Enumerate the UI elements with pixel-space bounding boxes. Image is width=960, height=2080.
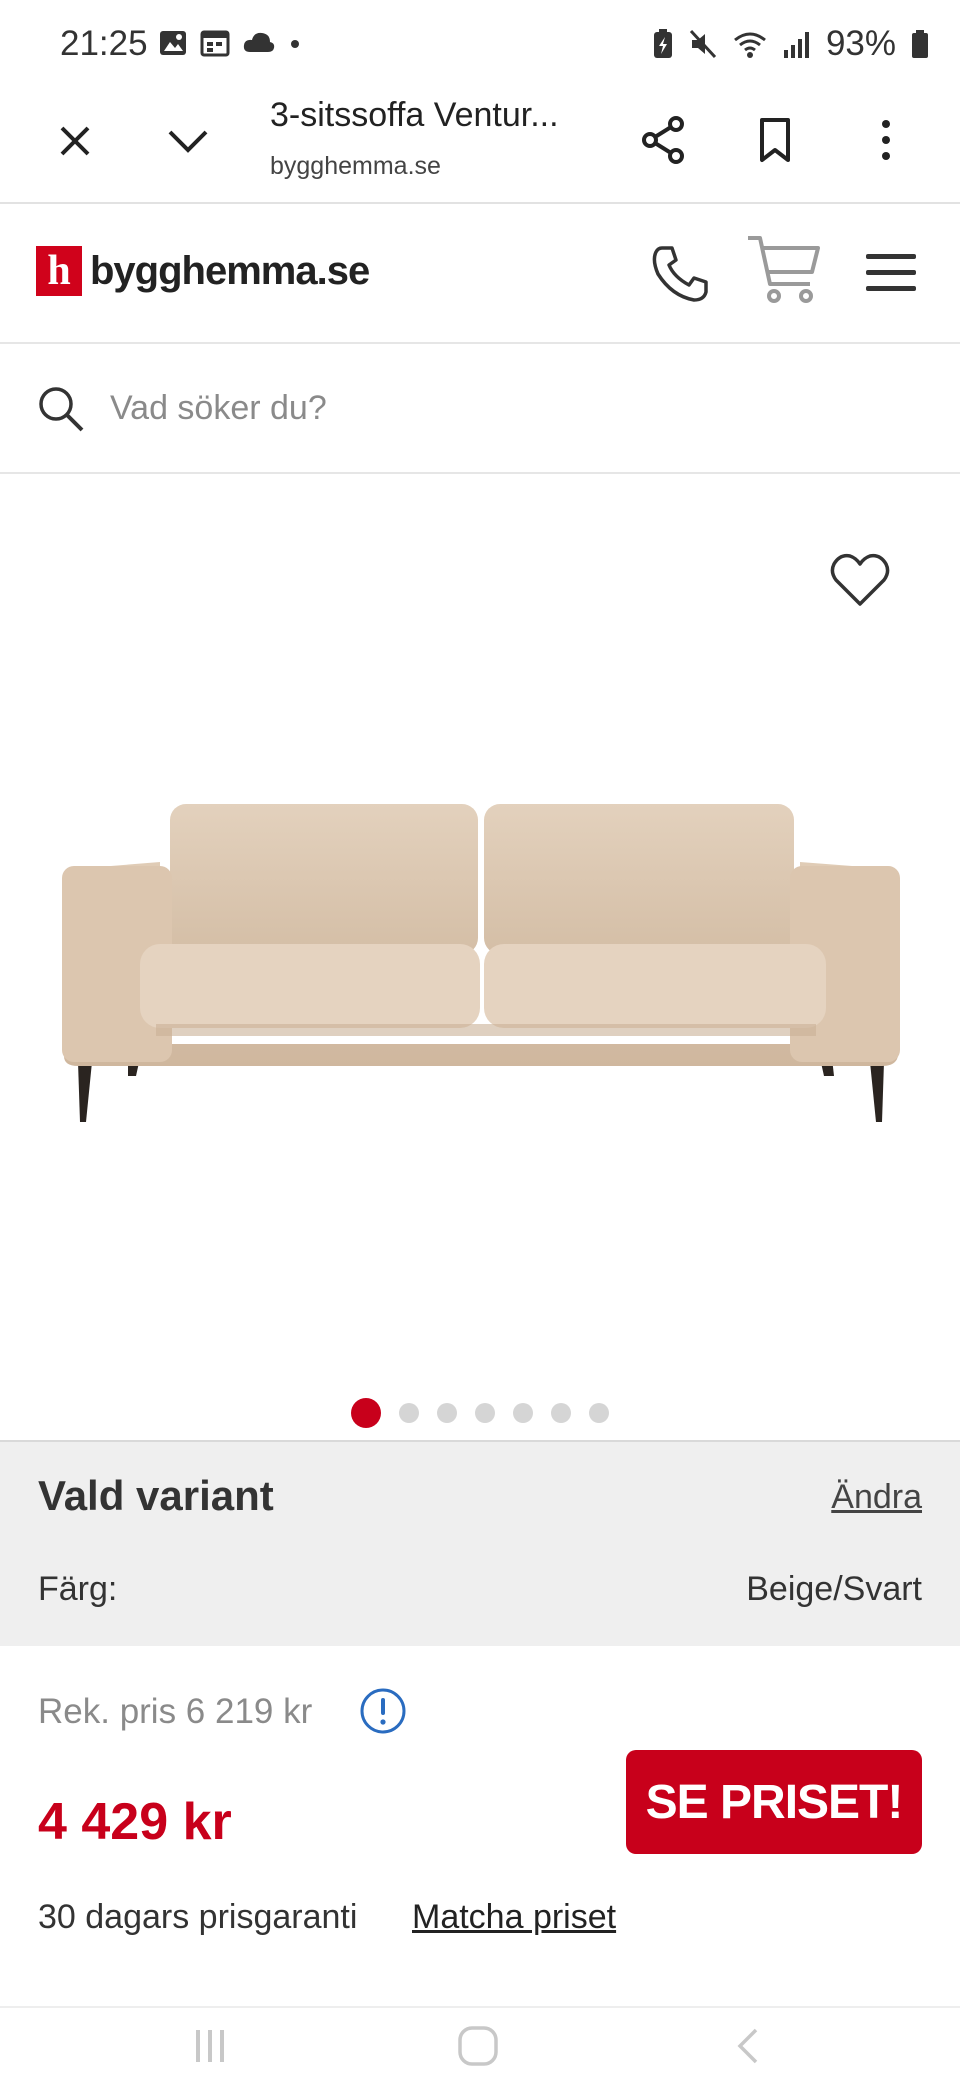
selected-variant-panel: Vald variant Ändra Färg: Beige/Svart (0, 1440, 960, 1646)
gallery-pagination[interactable] (0, 1398, 960, 1428)
info-icon[interactable] (358, 1686, 408, 1736)
product-gallery[interactable] (0, 474, 960, 1440)
color-value: Beige/Svart (746, 1570, 922, 1608)
browser-domain[interactable]: bygghemma.se (270, 152, 441, 181)
color-label: Färg: (38, 1570, 118, 1608)
logo-badge: h (36, 246, 82, 296)
site-logo[interactable]: h bygghemma.se (36, 246, 370, 296)
status-notification-icons (158, 28, 302, 58)
site-header: h bygghemma.se (0, 206, 960, 344)
search-icon[interactable] (36, 384, 86, 434)
gallery-dot[interactable] (437, 1403, 457, 1423)
browser-page-title[interactable]: 3-sitssoffa Ventur... (270, 96, 559, 135)
battery-icon (912, 30, 928, 58)
price-guarantee-text: 30 dagars prisgaranti (38, 1898, 358, 1936)
status-system-icons: 93% (652, 24, 930, 64)
chevron-down-icon[interactable] (160, 116, 216, 166)
cart-icon[interactable] (744, 230, 824, 310)
hamburger-menu-icon[interactable] (866, 250, 916, 296)
gallery-dot[interactable] (551, 1403, 571, 1423)
calendar-icon (200, 30, 230, 57)
gallery-dot[interactable] (475, 1403, 495, 1423)
match-price-link[interactable]: Matcha priset (412, 1898, 616, 1937)
gallery-dot[interactable] (513, 1403, 533, 1423)
gallery-dot[interactable] (399, 1403, 419, 1423)
signal-icon (783, 32, 809, 58)
product-image-sofa[interactable] (56, 804, 906, 1144)
variant-title: Vald variant (38, 1472, 274, 1519)
share-icon[interactable] (636, 112, 692, 168)
search-bar (0, 344, 960, 474)
logo-text: bygghemma.se (90, 248, 370, 293)
change-variant-link[interactable]: Ändra (831, 1478, 922, 1517)
current-price: 4 429 kr (38, 1793, 232, 1851)
home-icon[interactable] (456, 2024, 500, 2068)
back-icon[interactable] (728, 2024, 768, 2068)
mute-icon (689, 29, 717, 59)
more-options-icon[interactable] (868, 112, 904, 168)
gallery-dot[interactable] (589, 1403, 609, 1423)
favorite-heart-icon[interactable] (828, 550, 892, 610)
see-price-button[interactable]: SE PRISET! (626, 1750, 922, 1854)
status-bar: 21:25 93% (0, 0, 960, 92)
recent-apps-icon[interactable] (190, 2024, 230, 2068)
wifi-icon (734, 32, 766, 58)
cloud-icon (243, 32, 275, 52)
status-time: 21:25 (60, 24, 148, 63)
android-nav-bar (0, 2006, 960, 2080)
image-icon (160, 31, 186, 55)
recommended-price: Rek. pris 6 219 kr (38, 1692, 313, 1731)
search-input[interactable] (110, 380, 910, 436)
phone-icon[interactable] (648, 242, 712, 306)
browser-toolbar: 3-sitssoffa Ventur... bygghemma.se (0, 92, 960, 204)
price-section: Rek. pris 6 219 kr 4 429 kr SE PRISET! 3… (0, 1646, 960, 1966)
bookmark-icon[interactable] (750, 112, 800, 168)
dot-icon (291, 40, 299, 48)
battery-saver-icon (653, 29, 672, 58)
close-tab-icon[interactable] (50, 116, 100, 166)
gallery-dot-active[interactable] (351, 1398, 381, 1428)
battery-percent: 93% (825, 24, 896, 63)
